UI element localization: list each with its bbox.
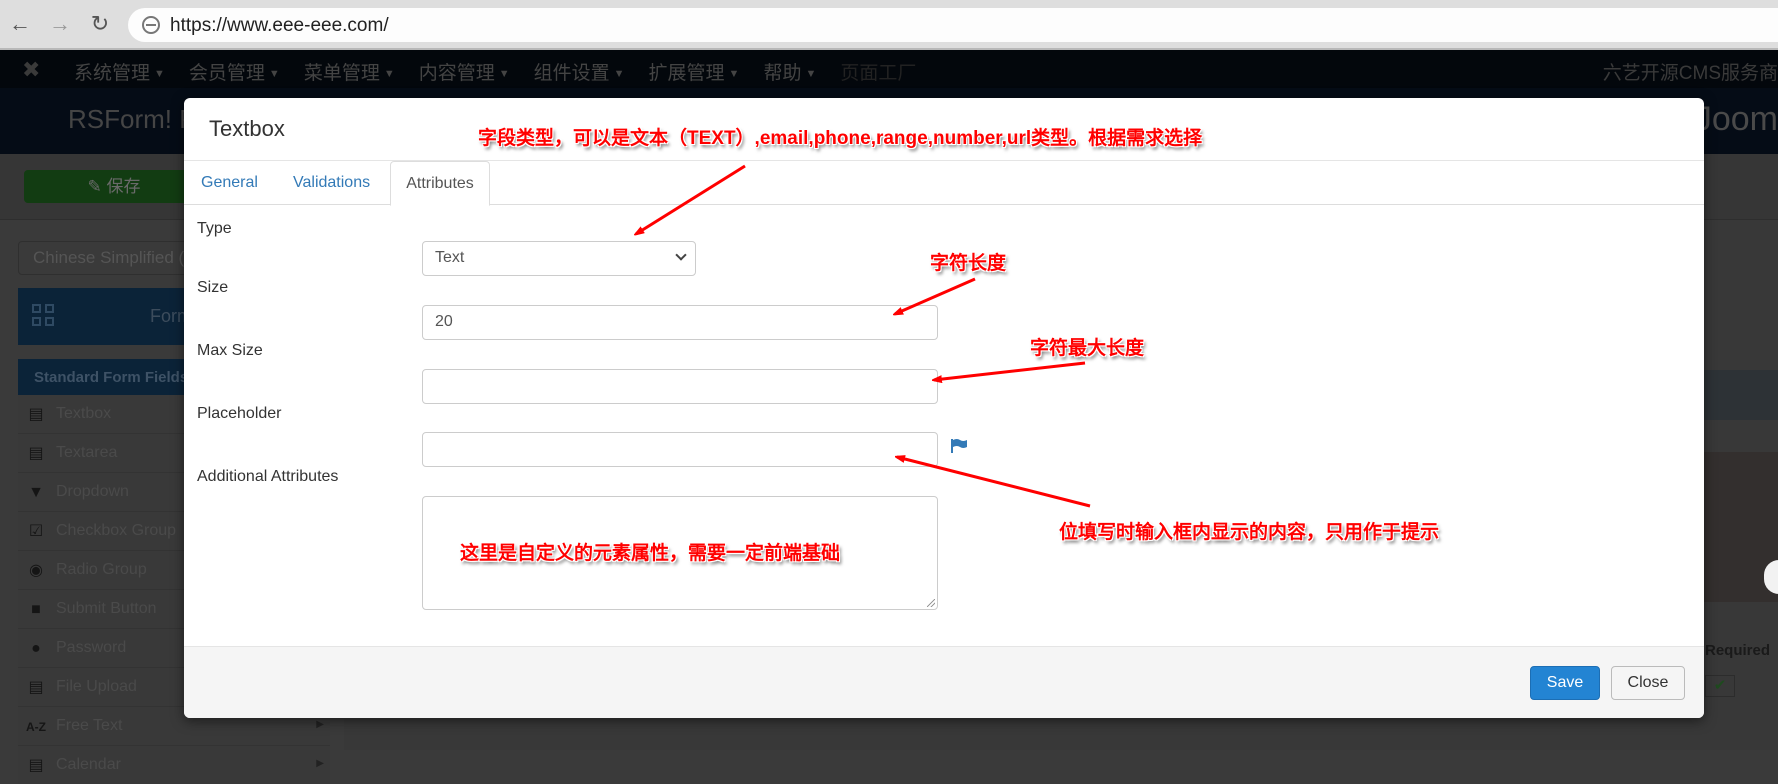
- admin-top-nav: ✖ 系统管理 ▼ 会员管理 ▼ 菜单管理 ▼ 内容管理 ▼ 组件设置 ▼ 扩展管理 ▼ 帮助…: [0, 50, 1778, 88]
- caret-down-icon: ▼: [383, 67, 395, 80]
- caret-right-icon: ▶: [316, 719, 324, 730]
- admin-menu: 系统管理 ▼ 会员管理 ▼ 菜单管理 ▼ 内容管理 ▼ 组件设置 ▼ 扩展管理 ▼ 帮助 ▼ …: [74, 58, 940, 85]
- caret-down-icon: ▼: [805, 67, 817, 80]
- tab-validations[interactable]: Validations: [293, 174, 370, 192]
- arrow-right-icon[interactable]: →: [48, 12, 72, 36]
- close-button[interactable]: Close: [1611, 666, 1685, 700]
- required-check-icon[interactable]: ✔: [1705, 675, 1735, 697]
- menu-help[interactable]: 帮助 ▼: [763, 58, 816, 85]
- size-annotation: 字符长度: [930, 253, 1007, 274]
- placeholder-input[interactable]: [422, 432, 938, 467]
- menu-components[interactable]: 组件设置 ▼: [534, 58, 625, 85]
- address-bar[interactable]: https://www.eee-eee.com/: [128, 8, 1778, 42]
- page-title: RSForm! P: [68, 104, 197, 134]
- caret-down-icon: ▼: [728, 67, 740, 80]
- modal-footer: Save Close: [184, 646, 1704, 718]
- edit-icon: ✎: [87, 177, 102, 196]
- save-button[interactable]: Save: [1530, 666, 1600, 700]
- max-size-input[interactable]: [422, 369, 938, 404]
- radio-icon: ◉: [29, 562, 43, 579]
- caret-down-icon: ▼: [268, 67, 280, 80]
- placeholder-annotation: 位填写时输入框内显示的内容，只用作于提示: [1059, 522, 1440, 543]
- size-input[interactable]: 20: [422, 305, 938, 340]
- resize-handle-icon[interactable]: [927, 599, 935, 607]
- flag-icon[interactable]: [951, 439, 967, 453]
- textbox-modal: Textbox General Validations Attributes T…: [184, 98, 1704, 718]
- menu-page-factory[interactable]: 页面工厂: [840, 58, 916, 85]
- type-annotation: 字段类型，可以是文本（TEXT）,email,phone,range,numbe…: [478, 128, 1203, 149]
- menu-extensions[interactable]: 扩展管理 ▼: [649, 58, 740, 85]
- caret-down-icon: ▼: [498, 67, 510, 80]
- joomla-wordmark: Joom: [1694, 100, 1778, 138]
- additional-attributes-label: Additional Attributes: [197, 468, 339, 485]
- textarea-icon: ▤: [28, 445, 44, 462]
- type-label: Type: [197, 220, 232, 237]
- site-info-icon[interactable]: [142, 16, 160, 34]
- modal-title: Textbox: [209, 116, 285, 141]
- brand-text: 六艺开源CMS服务商: [1602, 63, 1778, 84]
- checkbox-icon: ☑: [28, 523, 44, 540]
- attributes-annotation: 这里是自定义的元素属性，需要一定前端基础: [460, 543, 841, 564]
- caret-down-icon: ▼: [154, 67, 165, 80]
- menu-menus[interactable]: 菜单管理 ▼: [304, 58, 395, 85]
- placeholder-label: Placeholder: [197, 405, 282, 422]
- tab-attributes[interactable]: Attributes: [390, 161, 490, 206]
- textbox-icon: ▤: [28, 406, 44, 423]
- caret-down-icon: ▼: [613, 67, 625, 80]
- arrow-left-icon[interactable]: ←: [8, 12, 32, 36]
- grid-icon: [32, 304, 54, 326]
- file-icon: ▤: [28, 679, 44, 696]
- browser-toolbar: ← → ↻ https://www.eee-eee.com/: [0, 0, 1778, 50]
- menu-users[interactable]: 会员管理 ▼: [189, 58, 280, 85]
- max-size-label: Max Size: [197, 342, 263, 359]
- required-column-header: Required: [1705, 642, 1771, 659]
- tab-general[interactable]: General: [201, 174, 258, 192]
- menu-system[interactable]: 系统管理 ▼: [74, 58, 165, 85]
- type-select[interactable]: Text: [422, 241, 696, 276]
- submit-icon: ■: [31, 601, 41, 618]
- modal-tabs: General Validations Attributes: [184, 161, 1704, 206]
- az-icon: A-Z: [26, 720, 46, 734]
- reload-icon[interactable]: ↻: [88, 12, 112, 36]
- page-save-button[interactable]: ✎ 保存: [24, 170, 204, 203]
- calendar-icon: ▤: [28, 757, 44, 774]
- menu-content[interactable]: 内容管理 ▼: [419, 58, 510, 85]
- chevron-down-icon: [675, 249, 687, 261]
- joomla-logo-icon[interactable]: ✖: [22, 57, 40, 83]
- size-label: Size: [197, 279, 229, 296]
- max-size-annotation: 字符最大长度: [1030, 338, 1145, 359]
- lock-icon: ●: [31, 640, 41, 657]
- field-item-calendar[interactable]: ▤ Calendar ▶: [18, 746, 330, 784]
- caret-right-icon: ▶: [316, 758, 324, 769]
- dropdown-icon: ▼: [28, 484, 44, 501]
- url-text[interactable]: https://www.eee-eee.com/: [170, 15, 389, 37]
